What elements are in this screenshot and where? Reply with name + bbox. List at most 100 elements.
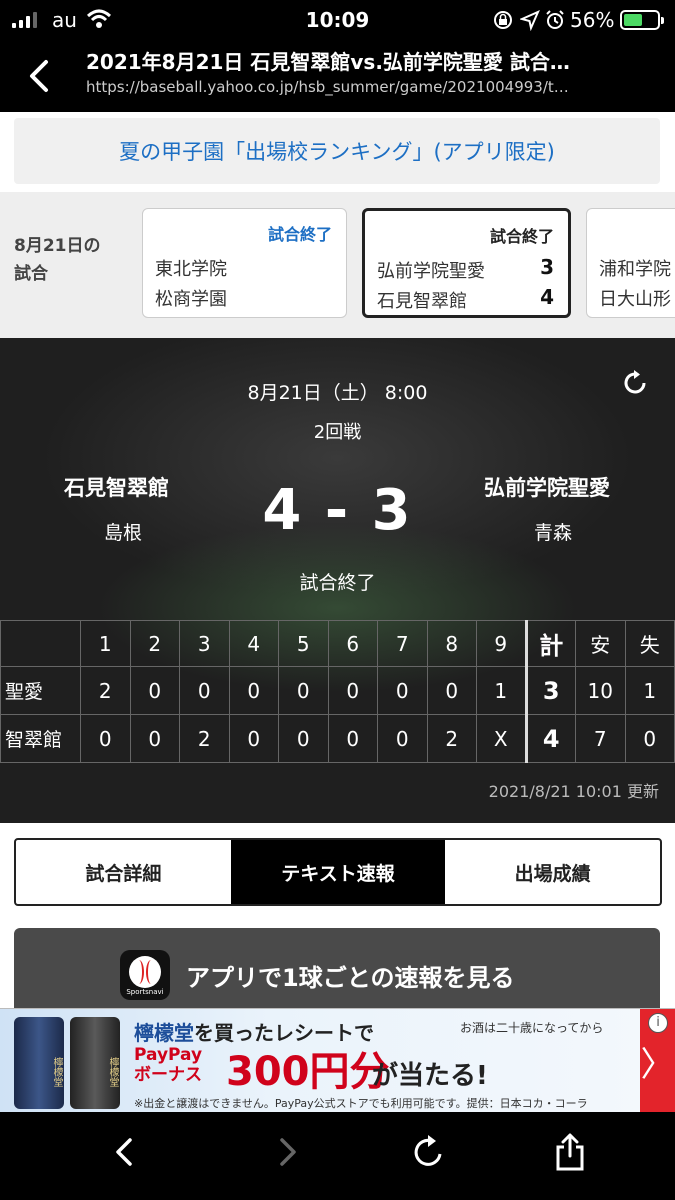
- can-label: 檸檬堂: [51, 1057, 62, 1087]
- linescore-inning-cell: 0: [228, 714, 279, 763]
- share-icon[interactable]: [550, 1132, 590, 1172]
- linescore-inning-cell: 0: [80, 714, 131, 763]
- linescore-inning-cell: 0: [228, 666, 279, 715]
- refresh-icon[interactable]: [620, 368, 650, 398]
- linescore-team-name: 智翠館: [0, 714, 81, 763]
- sportsnavi-app-icon: Sportsnavi: [120, 950, 170, 1000]
- linescore-header-cell: [0, 620, 81, 667]
- game-card-team1: 弘前学院聖愛: [377, 261, 485, 282]
- scoreboard: 8月21日（土） 8:00 2回戦 石見智翠館 島根 弘前学院聖愛 青森 4 -…: [0, 338, 675, 823]
- top-band: 夏の甲子園「出場校ランキング」(アプリ限定): [0, 112, 675, 192]
- game-card[interactable]: 浦和学院 日大山形: [586, 208, 675, 318]
- linescore-header-cell: 9: [476, 620, 527, 667]
- game-card-selected[interactable]: 試合終了 弘前学院聖愛 3 石見智翠館 4: [362, 208, 571, 318]
- alarm-icon: [546, 10, 564, 29]
- ad-amount: 300円分: [226, 1049, 390, 1095]
- game-status: 試合終了: [299, 572, 376, 594]
- ad-paypay: PayPay ボーナス: [134, 1045, 202, 1085]
- linescore-inning-cell: 0: [278, 714, 329, 763]
- linescore-inning-cell: 0: [129, 666, 180, 715]
- ad-tail: が当たる!: [372, 1061, 488, 1091]
- open-app-button[interactable]: Sportsnavi アプリで1球ごとの速報を見る: [14, 928, 660, 1018]
- day-label: 8月21日の 試合: [14, 232, 101, 288]
- back-chevron-icon[interactable]: [24, 58, 54, 94]
- game-card-status: 試合終了: [267, 225, 332, 244]
- tab-player-stats[interactable]: 出場成績: [445, 840, 660, 904]
- linescore-header-cell: 3: [179, 620, 230, 667]
- forward-chevron-icon[interactable]: [268, 1132, 308, 1172]
- linescore-inning-cell: 2: [80, 666, 131, 715]
- linescore-hits: 7: [575, 714, 626, 763]
- product-can-image: 檸檬堂: [70, 1017, 120, 1109]
- linescore-header-cell: 4: [228, 620, 279, 667]
- page-url: https://baseball.yahoo.co.jp/hsb_summer/…: [86, 78, 569, 96]
- game-card-team2: 日大山形: [599, 289, 671, 310]
- status-bar: au 10:09 56%: [0, 0, 675, 40]
- linescore-header-cell: 6: [327, 620, 378, 667]
- product-can-image: 檸檬堂: [14, 1017, 64, 1109]
- final-score: 4 - 3: [262, 478, 413, 543]
- ad-paypay-line1: PayPay: [134, 1045, 203, 1065]
- game-datetime: 8月21日（土） 8:00: [247, 382, 428, 404]
- linescore-header-cell: 1: [80, 620, 131, 667]
- browser-toolbar: [0, 1112, 675, 1200]
- linescore-team-row: 聖愛 2 0 0 0 0 0 0 0 1 3 10 1: [0, 666, 675, 715]
- game-card-team2: 松商学園: [155, 289, 227, 310]
- ad-age-notice: お酒は二十歳になってから: [460, 1021, 604, 1035]
- can-label: 檸檬堂: [107, 1057, 118, 1087]
- reload-icon[interactable]: [408, 1132, 448, 1172]
- linescore-inning-cell: 2: [426, 714, 477, 763]
- ad-info-icon[interactable]: i: [648, 1013, 668, 1033]
- linescore-errors: 0: [624, 714, 675, 763]
- app-icon-caption: Sportsnavi: [126, 988, 164, 996]
- linescore-inning-cell: 0: [426, 666, 477, 715]
- linescore-inning-cell: 0: [377, 714, 428, 763]
- linescore-header-cell: 失: [624, 620, 675, 667]
- game-round: 2回戦: [313, 422, 362, 443]
- day-label-line1: 8月21日の: [14, 236, 101, 256]
- games-strip: 8月21日の 試合 試合終了 東北学院 松商学園 試合終了 弘前学院聖愛 3 石…: [0, 192, 675, 338]
- linescore-header-cell: 安: [575, 620, 626, 667]
- back-chevron-icon[interactable]: [104, 1132, 144, 1172]
- updated-timestamp: 2021/8/21 10:01 更新: [488, 782, 659, 801]
- game-card-score1: 3: [540, 255, 554, 279]
- open-app-label: アプリで1球ごとの速報を見る: [186, 964, 515, 992]
- battery-icon: [620, 10, 664, 30]
- game-card[interactable]: 試合終了 東北学院 松商学園: [142, 208, 347, 318]
- linescore-inning-cell: 0: [278, 666, 329, 715]
- linescore-table: 1 2 3 4 5 6 7 8 9 計安失聖愛 2 0 0 0 0 0 0 0 1 3 10 1 智翠館 0 0 2 0 0 0 0 2 X 4…: [0, 620, 675, 763]
- day-label-line2: 試合: [14, 264, 48, 284]
- location-icon: [520, 10, 540, 31]
- linescore-inning-cell: 0: [129, 714, 180, 763]
- game-card-team1: 東北学院: [155, 259, 227, 280]
- linescore-inning-cell: 0: [179, 666, 230, 715]
- ad-fine-print: ※出金と譲渡はできません。PayPay公式ストアでも利用可能です。提供：日本コカ…: [134, 1097, 588, 1110]
- detail-tabs: 試合詳細 テキスト速報 出場成績: [14, 838, 662, 906]
- ranking-banner-button[interactable]: 夏の甲子園「出場校ランキング」(アプリ限定): [14, 118, 660, 184]
- game-card-team2: 石見智翠館: [377, 291, 467, 312]
- tab-game-details[interactable]: 試合詳細: [16, 840, 231, 904]
- page-title: 2021年8月21日 石見智翠館vs.弘前学院聖愛 試合…: [86, 50, 570, 74]
- linescore-team-name: 聖愛: [0, 666, 81, 715]
- linescore-inning-cell: 1: [476, 666, 527, 715]
- ad-brand: 檸檬堂: [134, 1021, 194, 1045]
- baseball-icon: [129, 956, 161, 988]
- tab-text-live[interactable]: テキスト速報: [230, 840, 446, 904]
- game-card-status: 試合終了: [489, 227, 554, 246]
- lock-rotation-icon: [494, 11, 512, 29]
- linescore-errors: 1: [624, 666, 675, 715]
- linescore-header-row: 123456789計安失: [0, 620, 675, 667]
- advertisement-banner[interactable]: 檸檬堂 檸檬堂 檸檬堂を買ったレシートで お酒は二十歳になってから PayPay…: [0, 1008, 675, 1113]
- linescore-inning-cell: 0: [327, 666, 378, 715]
- linescore-hits: 10: [575, 666, 626, 715]
- battery-percent: 56%: [570, 8, 615, 32]
- linescore-header-cell: 2: [129, 620, 180, 667]
- linescore-header-cell: 計: [524, 620, 576, 667]
- linescore-inning-cell: 0: [327, 714, 378, 763]
- linescore-header-cell: 5: [278, 620, 329, 667]
- linescore-total-runs: 4: [524, 714, 576, 763]
- linescore-header-cell: 8: [426, 620, 477, 667]
- linescore-header-cell: 7: [377, 620, 428, 667]
- nav-bar: 2021年8月21日 石見智翠館vs.弘前学院聖愛 試合… https://ba…: [0, 40, 675, 112]
- game-card-team1: 浦和学院: [599, 259, 671, 280]
